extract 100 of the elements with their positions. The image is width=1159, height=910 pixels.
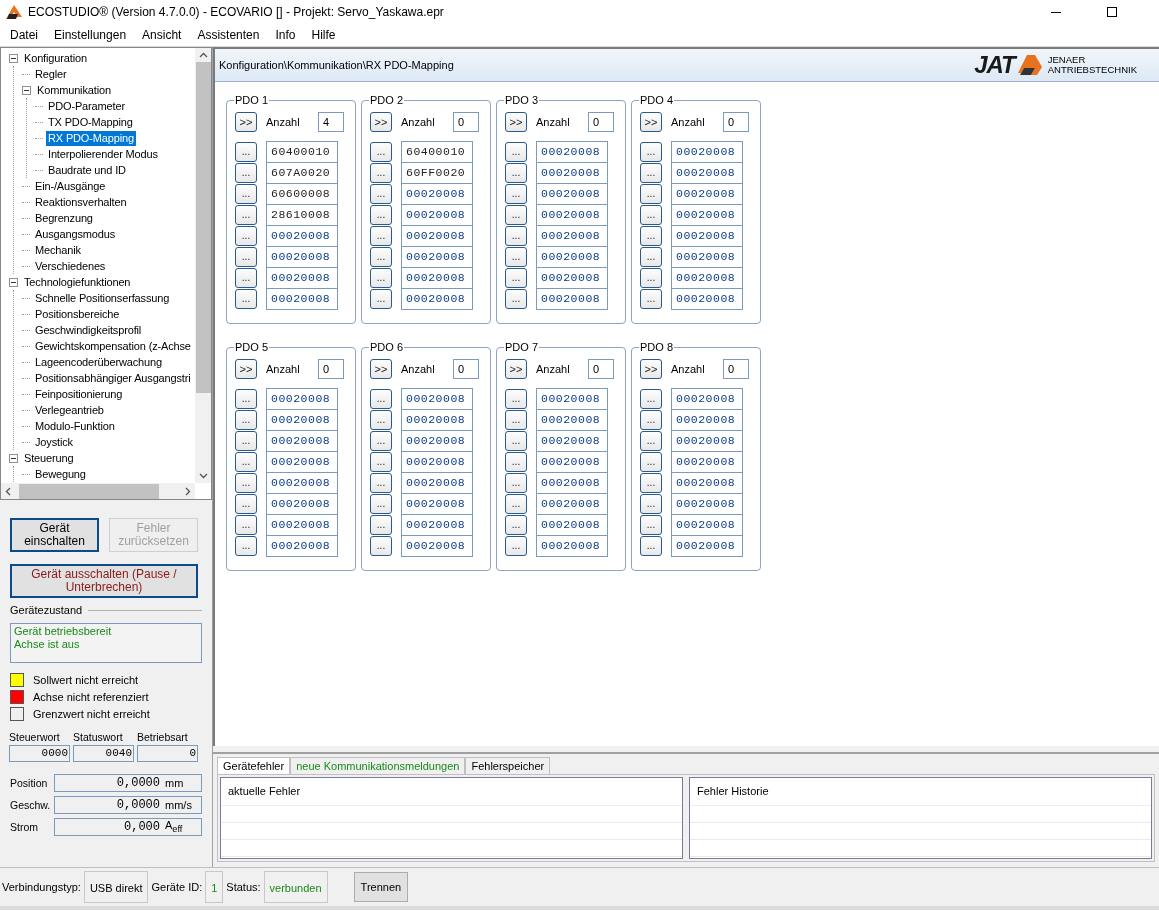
browse-button[interactable]: ...: [640, 162, 662, 183]
collapse-icon[interactable]: [9, 53, 18, 63]
browse-button[interactable]: ...: [370, 430, 392, 451]
mapping-field[interactable]: 00020008: [671, 224, 743, 247]
tree-item[interactable]: Lageencoderüberwachung: [33, 354, 164, 370]
mapping-field[interactable]: 00020008: [671, 450, 743, 473]
count-field[interactable]: 0: [588, 112, 614, 132]
browse-button[interactable]: ...: [235, 267, 257, 288]
mapping-field[interactable]: 00020008: [671, 245, 743, 268]
menu-item[interactable]: Hilfe: [305, 28, 342, 42]
mapping-field[interactable]: 00020008: [536, 534, 608, 557]
browse-button[interactable]: ...: [370, 225, 392, 246]
browse-button[interactable]: ...: [235, 430, 257, 451]
mapping-field[interactable]: 00020008: [671, 387, 743, 410]
browse-button[interactable]: ...: [235, 388, 257, 409]
tab[interactable]: neue Kommunikationsmeldungen: [290, 757, 466, 774]
tree-item[interactable]: Gewichtskompensation (z-Achse: [33, 338, 193, 354]
browse-button[interactable]: ...: [505, 388, 527, 409]
maximize-icon[interactable]: [1107, 7, 1117, 17]
browse-button[interactable]: ...: [640, 388, 662, 409]
browse-button[interactable]: ...: [235, 493, 257, 514]
menu-item[interactable]: Info: [269, 28, 302, 42]
browse-button[interactable]: ...: [505, 451, 527, 472]
tree-item[interactable]: TX PDO-Mapping: [46, 114, 135, 130]
mapping-field[interactable]: 00020008: [401, 450, 473, 473]
count-field[interactable]: 0: [318, 359, 344, 379]
apply-button[interactable]: >>: [505, 112, 527, 132]
mapping-field[interactable]: 00020008: [536, 224, 608, 247]
mapping-field[interactable]: 60400010: [401, 140, 473, 163]
mapping-field[interactable]: 00020008: [401, 513, 473, 536]
browse-button[interactable]: ...: [640, 409, 662, 430]
browse-button[interactable]: ...: [370, 246, 392, 267]
mapping-field[interactable]: 00020008: [401, 408, 473, 431]
browse-button[interactable]: ...: [640, 430, 662, 451]
browse-button[interactable]: ...: [505, 183, 527, 204]
scroll-left-icon[interactable]: [5, 486, 11, 496]
mapping-field[interactable]: 00020008: [536, 450, 608, 473]
mapping-field[interactable]: 00020008: [671, 429, 743, 452]
count-field[interactable]: 0: [453, 359, 479, 379]
mapping-field[interactable]: 00020008: [536, 161, 608, 184]
mapping-field[interactable]: 00020008: [266, 387, 338, 410]
mapping-field[interactable]: 00020008: [266, 471, 338, 494]
tree-item[interactable]: Kommunikation: [35, 82, 113, 98]
browse-button[interactable]: ...: [235, 409, 257, 430]
mapping-field[interactable]: 00020008: [536, 266, 608, 289]
browse-button[interactable]: ...: [640, 288, 662, 309]
mapping-field[interactable]: 00020008: [671, 161, 743, 184]
mapping-field[interactable]: 00020008: [266, 513, 338, 536]
count-field[interactable]: 0: [588, 359, 614, 379]
mapping-field[interactable]: 00020008: [536, 203, 608, 226]
mapping-field[interactable]: 00020008: [401, 203, 473, 226]
browse-button[interactable]: ...: [640, 493, 662, 514]
mapping-field[interactable]: 00020008: [266, 450, 338, 473]
tree-item[interactable]: Joystick: [33, 434, 75, 450]
mapping-field[interactable]: 00020008: [671, 203, 743, 226]
browse-button[interactable]: ...: [505, 514, 527, 535]
browse-button[interactable]: ...: [640, 451, 662, 472]
browse-button[interactable]: ...: [505, 288, 527, 309]
mapping-field[interactable]: 00020008: [401, 266, 473, 289]
browse-button[interactable]: ...: [640, 183, 662, 204]
tree-item[interactable]: Schnelle Positionserfassung: [33, 290, 172, 306]
mapping-field[interactable]: 00020008: [671, 492, 743, 515]
browse-button[interactable]: ...: [640, 514, 662, 535]
browse-button[interactable]: ...: [370, 472, 392, 493]
mapping-field[interactable]: 60FF0020: [401, 161, 473, 184]
count-field[interactable]: 0: [453, 112, 479, 132]
mapping-field[interactable]: 00020008: [266, 266, 338, 289]
mapping-field[interactable]: 00020008: [266, 245, 338, 268]
mapping-field[interactable]: 60600008: [266, 182, 338, 205]
mapping-field[interactable]: 00020008: [266, 492, 338, 515]
browse-button[interactable]: ...: [370, 493, 392, 514]
mapping-field[interactable]: 00020008: [671, 471, 743, 494]
browse-button[interactable]: ...: [235, 246, 257, 267]
tree-item[interactable]: Technologiefunktionen: [22, 274, 133, 290]
browse-button[interactable]: ...: [370, 162, 392, 183]
scroll-right-icon[interactable]: [185, 486, 191, 496]
tree-item[interactable]: Reaktionsverhalten: [33, 194, 129, 210]
tree-item[interactable]: RX PDO-Mapping: [46, 130, 136, 146]
apply-button[interactable]: >>: [640, 112, 662, 132]
apply-button[interactable]: >>: [640, 359, 662, 379]
tree-item[interactable]: Begrenzung: [33, 210, 95, 226]
browse-button[interactable]: ...: [370, 409, 392, 430]
tab[interactable]: Gerätefehler: [217, 757, 291, 774]
browse-button[interactable]: ...: [235, 141, 257, 162]
browse-button[interactable]: ...: [235, 288, 257, 309]
count-field[interactable]: 0: [723, 359, 749, 379]
browse-button[interactable]: ...: [235, 204, 257, 225]
mapping-field[interactable]: 00020008: [401, 492, 473, 515]
browse-button[interactable]: ...: [505, 141, 527, 162]
collapse-icon[interactable]: [9, 277, 18, 287]
browse-button[interactable]: ...: [505, 162, 527, 183]
browse-button[interactable]: ...: [235, 451, 257, 472]
mapping-field[interactable]: 00020008: [536, 245, 608, 268]
tab[interactable]: Fehlerspeicher: [465, 757, 551, 774]
browse-button[interactable]: ...: [505, 472, 527, 493]
vertical-scrollbar[interactable]: [195, 48, 211, 483]
apply-button[interactable]: >>: [235, 112, 257, 132]
browse-button[interactable]: ...: [235, 162, 257, 183]
apply-button[interactable]: >>: [370, 112, 392, 132]
browse-button[interactable]: ...: [640, 472, 662, 493]
